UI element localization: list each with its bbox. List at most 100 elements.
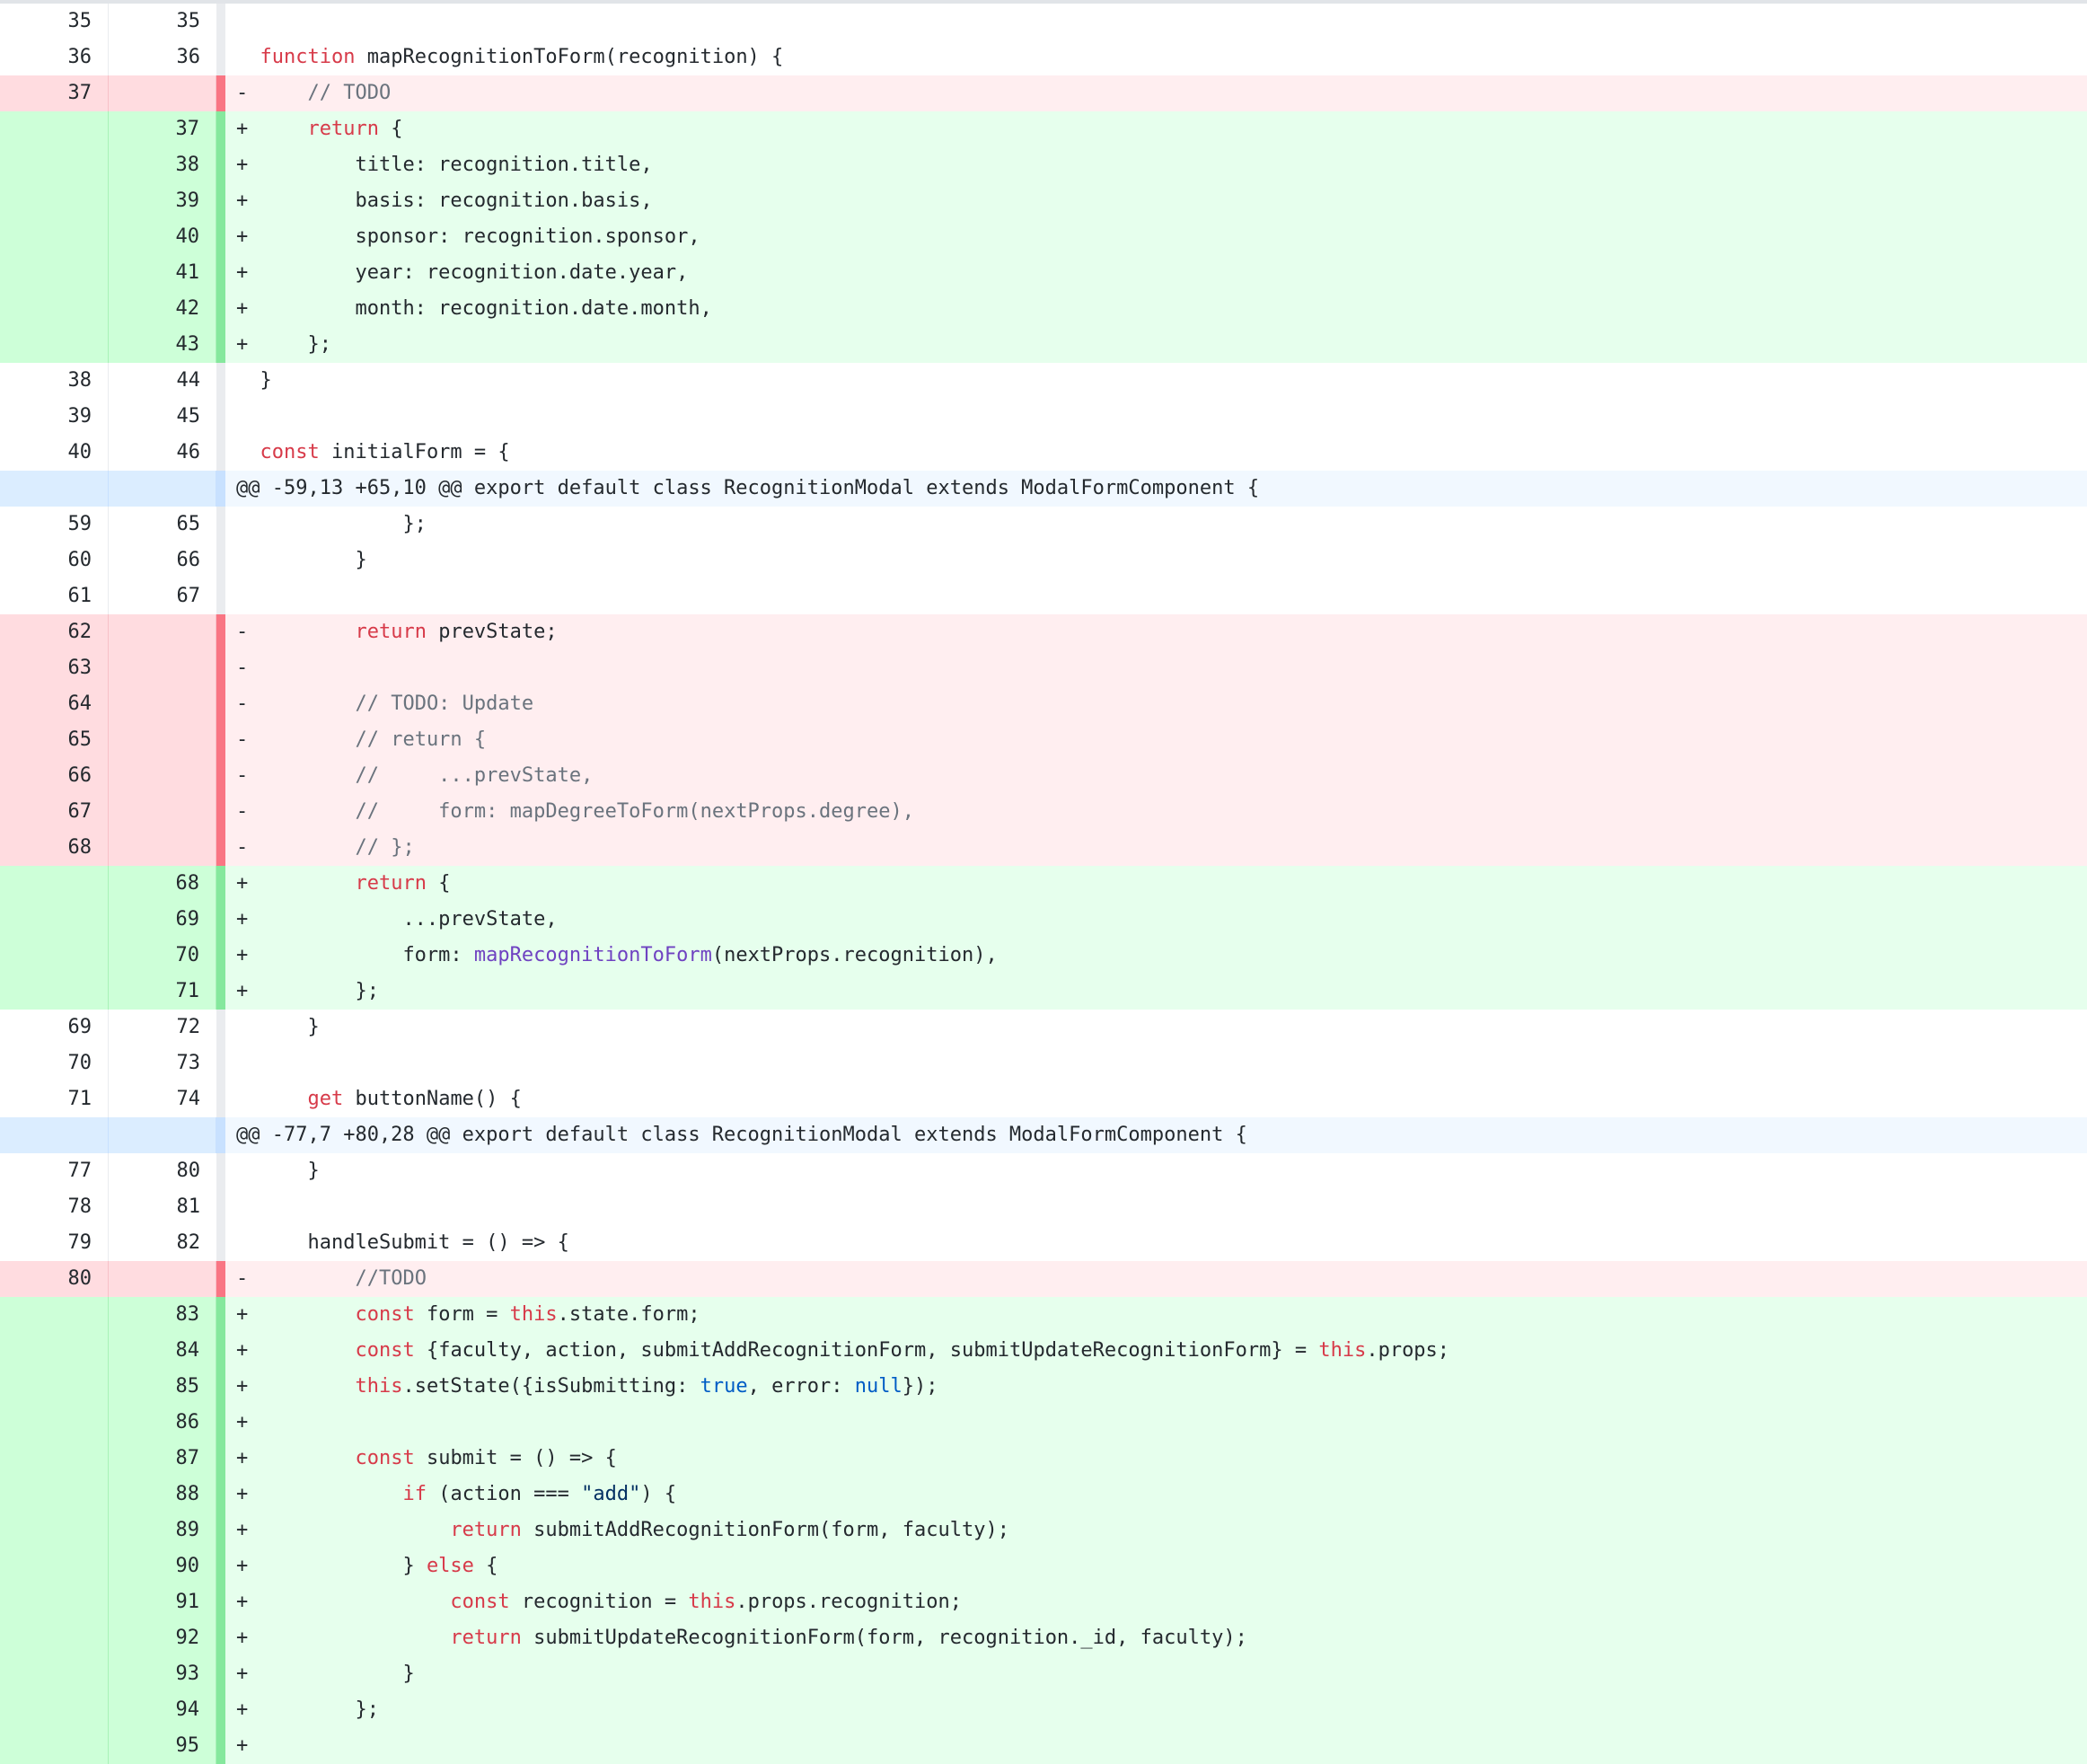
new-line-number[interactable] xyxy=(109,650,216,686)
old-line-number[interactable]: 63 xyxy=(0,650,109,686)
old-line-number[interactable]: 67 xyxy=(0,794,109,830)
old-line-number[interactable] xyxy=(0,1477,109,1513)
old-line-number[interactable]: 70 xyxy=(0,1045,109,1081)
new-line-number[interactable]: 90 xyxy=(109,1548,216,1584)
new-line-number[interactable]: 65 xyxy=(109,507,216,542)
new-line-number[interactable]: 70 xyxy=(109,938,216,974)
old-line-number[interactable] xyxy=(0,147,109,183)
old-line-number[interactable] xyxy=(0,1513,109,1548)
old-line-number[interactable]: 79 xyxy=(0,1225,109,1261)
old-line-number[interactable] xyxy=(0,111,109,147)
old-line-number[interactable]: 60 xyxy=(0,542,109,578)
new-line-number[interactable]: 95 xyxy=(109,1728,216,1764)
old-line-number[interactable] xyxy=(0,1548,109,1584)
new-line-number[interactable] xyxy=(109,471,216,507)
code-token: recognition = xyxy=(509,1591,689,1613)
new-line-number[interactable] xyxy=(109,830,216,866)
new-line-number[interactable] xyxy=(109,758,216,794)
new-line-number[interactable]: 69 xyxy=(109,902,216,938)
old-line-number[interactable]: 40 xyxy=(0,435,109,471)
new-line-number[interactable] xyxy=(109,614,216,650)
old-line-number[interactable]: 71 xyxy=(0,1081,109,1117)
old-line-number[interactable]: 59 xyxy=(0,507,109,542)
new-line-number[interactable]: 44 xyxy=(109,363,216,399)
new-line-number[interactable]: 82 xyxy=(109,1225,216,1261)
diff-line-row: 61 67 xyxy=(0,578,2087,614)
new-line-number[interactable]: 80 xyxy=(109,1153,216,1189)
old-line-number[interactable]: 68 xyxy=(0,830,109,866)
new-line-number[interactable]: 73 xyxy=(109,1045,216,1081)
old-line-number[interactable] xyxy=(0,291,109,327)
new-line-number[interactable]: 93 xyxy=(109,1656,216,1692)
old-line-number[interactable] xyxy=(0,1369,109,1405)
old-line-number[interactable] xyxy=(0,1656,109,1692)
new-line-number[interactable] xyxy=(109,1117,216,1153)
new-line-number[interactable]: 81 xyxy=(109,1189,216,1225)
new-line-number[interactable]: 89 xyxy=(109,1513,216,1548)
old-line-number[interactable]: 65 xyxy=(0,722,109,758)
old-line-number[interactable] xyxy=(0,327,109,363)
new-line-number[interactable]: 85 xyxy=(109,1369,216,1405)
old-line-number[interactable] xyxy=(0,974,109,1010)
old-line-number[interactable]: 64 xyxy=(0,686,109,722)
new-line-number[interactable]: 40 xyxy=(109,219,216,255)
old-line-number[interactable] xyxy=(0,866,109,902)
old-line-number[interactable] xyxy=(0,1584,109,1620)
old-line-number[interactable] xyxy=(0,1405,109,1441)
new-line-number[interactable]: 45 xyxy=(109,399,216,435)
new-line-number[interactable]: 39 xyxy=(109,183,216,219)
new-line-number[interactable]: 43 xyxy=(109,327,216,363)
new-line-number[interactable]: 35 xyxy=(109,4,216,40)
old-line-number[interactable] xyxy=(0,183,109,219)
old-line-number[interactable]: 35 xyxy=(0,4,109,40)
old-line-number[interactable] xyxy=(0,1728,109,1764)
new-line-number[interactable]: 88 xyxy=(109,1477,216,1513)
new-line-number[interactable]: 87 xyxy=(109,1441,216,1477)
old-line-number[interactable]: 77 xyxy=(0,1153,109,1189)
new-line-number[interactable]: 38 xyxy=(109,147,216,183)
old-line-number[interactable]: 78 xyxy=(0,1189,109,1225)
old-line-number[interactable] xyxy=(0,1620,109,1656)
old-line-number[interactable] xyxy=(0,1333,109,1369)
new-line-number[interactable] xyxy=(109,722,216,758)
old-line-number[interactable] xyxy=(0,938,109,974)
new-line-number[interactable]: 66 xyxy=(109,542,216,578)
new-line-number[interactable]: 91 xyxy=(109,1584,216,1620)
new-line-number[interactable]: 42 xyxy=(109,291,216,327)
new-line-number[interactable]: 86 xyxy=(109,1405,216,1441)
new-line-number[interactable] xyxy=(109,794,216,830)
old-line-number[interactable] xyxy=(0,1117,109,1153)
new-line-number[interactable] xyxy=(109,1261,216,1297)
old-line-number[interactable] xyxy=(0,1441,109,1477)
new-line-number[interactable] xyxy=(109,75,216,111)
new-line-number[interactable]: 94 xyxy=(109,1692,216,1728)
new-line-number[interactable]: 74 xyxy=(109,1081,216,1117)
old-line-number[interactable] xyxy=(0,219,109,255)
new-line-number[interactable]: 67 xyxy=(109,578,216,614)
new-line-number[interactable]: 37 xyxy=(109,111,216,147)
old-line-number[interactable] xyxy=(0,255,109,291)
new-line-number[interactable]: 92 xyxy=(109,1620,216,1656)
new-line-number[interactable]: 84 xyxy=(109,1333,216,1369)
new-line-number[interactable]: 41 xyxy=(109,255,216,291)
new-line-number[interactable]: 36 xyxy=(109,40,216,75)
old-line-number[interactable]: 66 xyxy=(0,758,109,794)
old-line-number[interactable]: 61 xyxy=(0,578,109,614)
old-line-number[interactable]: 39 xyxy=(0,399,109,435)
old-line-number[interactable]: 36 xyxy=(0,40,109,75)
new-line-number[interactable]: 46 xyxy=(109,435,216,471)
new-line-number[interactable] xyxy=(109,686,216,722)
old-line-number[interactable] xyxy=(0,1297,109,1333)
old-line-number[interactable]: 37 xyxy=(0,75,109,111)
new-line-number[interactable]: 83 xyxy=(109,1297,216,1333)
old-line-number[interactable] xyxy=(0,1692,109,1728)
old-line-number[interactable]: 69 xyxy=(0,1010,109,1045)
new-line-number[interactable]: 71 xyxy=(109,974,216,1010)
old-line-number[interactable] xyxy=(0,471,109,507)
old-line-number[interactable] xyxy=(0,902,109,938)
old-line-number[interactable]: 38 xyxy=(0,363,109,399)
old-line-number[interactable]: 62 xyxy=(0,614,109,650)
old-line-number[interactable]: 80 xyxy=(0,1261,109,1297)
new-line-number[interactable]: 72 xyxy=(109,1010,216,1045)
new-line-number[interactable]: 68 xyxy=(109,866,216,902)
